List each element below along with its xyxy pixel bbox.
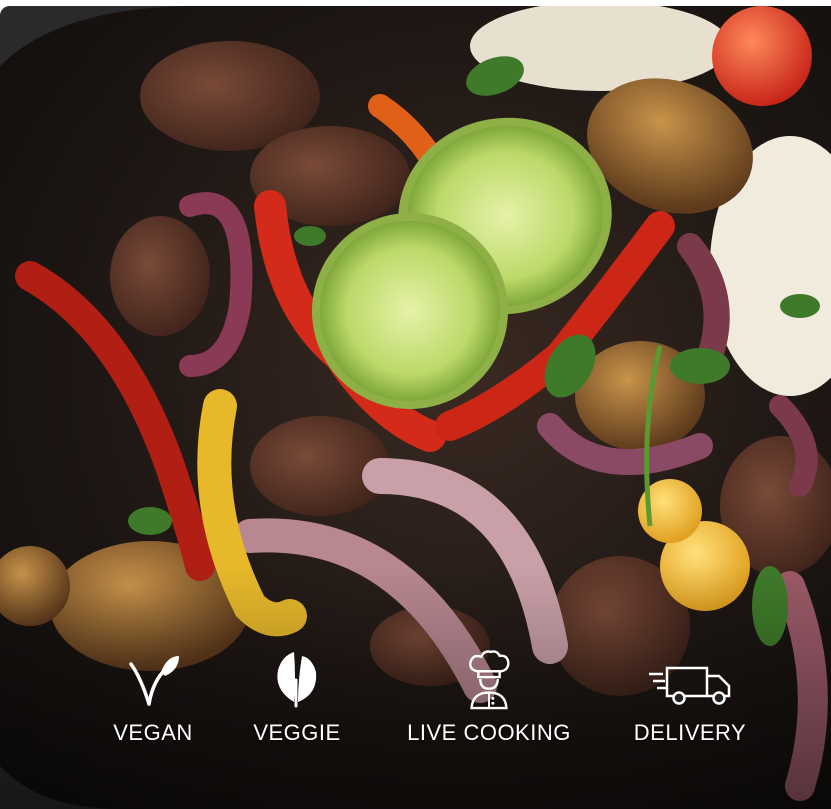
- feature-vegan: VEGAN: [98, 650, 208, 746]
- feature-label-vegan: VEGAN: [113, 720, 193, 745]
- feature-label-delivery: DELIVERY: [633, 720, 747, 745]
- delivery-truck-icon: [649, 666, 731, 705]
- chef-icon: [469, 650, 510, 710]
- vegan-sprout-icon: [129, 656, 179, 706]
- feature-delivery: DELIVERY: [628, 650, 752, 746]
- veggie-leaf-icon: [277, 652, 317, 708]
- feature-label-veggie: VEGGIE: [253, 720, 341, 745]
- features-row: VEGAN VEGGIE LIVE COOKING DELIVERY: [0, 650, 831, 760]
- feature-live-cooking: LIVE COOKING: [396, 650, 582, 746]
- feature-veggie: VEGGIE: [242, 650, 352, 746]
- feature-label-live-cooking: LIVE COOKING: [407, 720, 571, 745]
